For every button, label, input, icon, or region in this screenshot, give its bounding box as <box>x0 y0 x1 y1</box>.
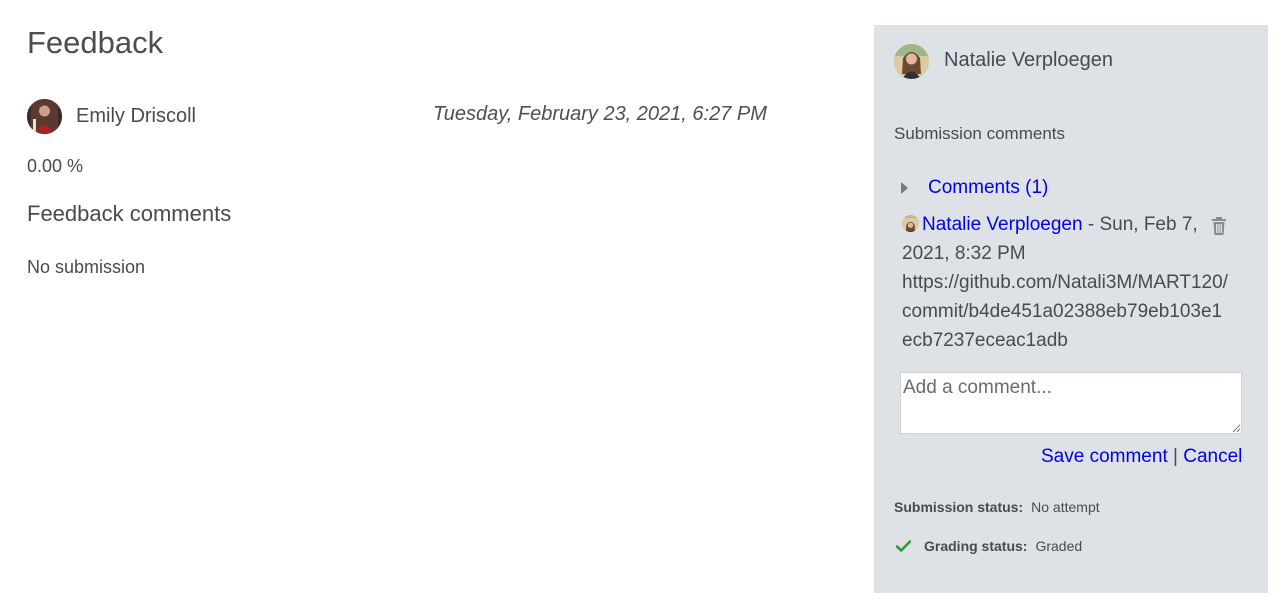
grader-name: Emily Driscoll <box>76 105 196 127</box>
comment-input[interactable] <box>900 372 1242 434</box>
student-name: Natalie Verploegen <box>944 49 1114 71</box>
grading-status: Grading status: Graded <box>896 538 1082 554</box>
submission-status-label: Submission status: <box>894 499 1024 515</box>
submission-comments-label: Submission comments <box>894 124 1066 143</box>
comment-item: Natalie Verploegen - Sun, Feb 7, 2021, 8… <box>902 210 1232 355</box>
comment-body: https://github.com/Natali3M/MART120/comm… <box>902 272 1228 351</box>
save-comment-link[interactable]: Save comment <box>1041 446 1168 467</box>
actions-separator: | <box>1167 446 1184 467</box>
grading-status-label: Grading status: <box>924 538 1028 554</box>
grading-status-value: Graded <box>1035 538 1083 554</box>
student-avatar <box>894 44 929 79</box>
comment-author-link[interactable]: Natalie Verploegen <box>922 214 1083 235</box>
check-icon <box>896 540 911 552</box>
cancel-link[interactable]: Cancel <box>1183 446 1242 467</box>
comment-author-avatar <box>902 215 919 232</box>
feedback-comments-text: No submission <box>27 257 146 277</box>
grader-avatar <box>27 99 62 134</box>
comments-toggle-label[interactable]: Comments (1) <box>928 177 1048 199</box>
submission-status-value: No attempt <box>1031 499 1100 515</box>
caret-right-icon <box>901 182 908 194</box>
grade-date: Tuesday, February 23, 2021, 6:27 PM <box>433 103 767 125</box>
comments-toggle[interactable]: Comments (1) <box>901 176 1048 200</box>
submission-status: Submission status: No attempt <box>894 499 1100 515</box>
page-title: Feedback <box>27 25 164 60</box>
comment-actions: Save comment | Cancel <box>1041 446 1242 468</box>
grade-value: 0.00 % <box>27 156 84 176</box>
feedback-comments-heading: Feedback comments <box>27 201 232 226</box>
trash-icon[interactable] <box>1211 217 1227 235</box>
